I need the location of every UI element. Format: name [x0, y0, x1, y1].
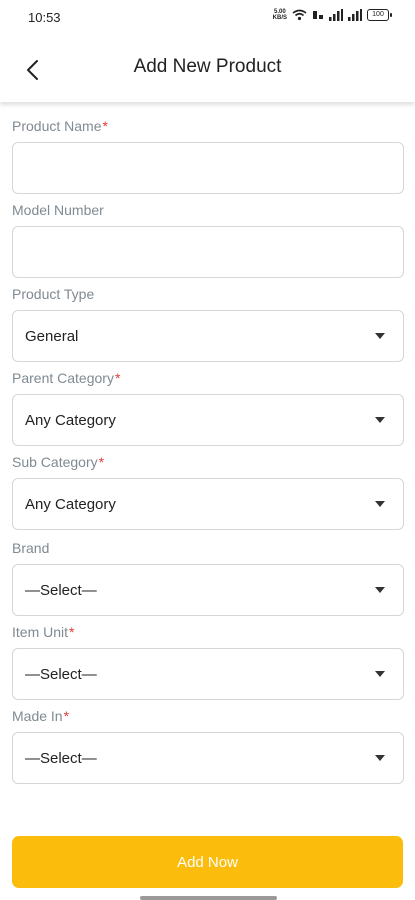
dropdown-arrow-icon — [375, 671, 385, 677]
made-in-label: Made In* — [12, 708, 70, 724]
model-number-label: Model Number — [12, 202, 104, 218]
page-title: Add New Product — [133, 56, 282, 77]
product-name-input-box — [12, 142, 404, 194]
brand-field: Brand —Select— — [12, 540, 404, 616]
required-mark: * — [114, 370, 121, 386]
status-icons: 5.00 KB/S 100 — [272, 9, 392, 21]
brand-value: —Select— — [25, 581, 97, 599]
item-unit-value: —Select— — [25, 665, 97, 683]
parent-category-value: Any Category — [25, 411, 116, 429]
item-unit-select[interactable]: —Select— — [12, 648, 404, 700]
dropdown-arrow-icon — [375, 501, 385, 507]
add-now-button[interactable]: Add Now — [12, 836, 403, 888]
made-in-field: Made In* —Select— — [12, 708, 404, 784]
parent-category-select[interactable]: Any Category — [12, 394, 404, 446]
made-in-select[interactable]: —Select— — [12, 732, 404, 784]
product-name-input[interactable] — [25, 142, 391, 194]
required-mark: * — [63, 708, 70, 724]
wifi-icon — [292, 9, 307, 21]
signal-icon-2 — [348, 9, 362, 21]
model-number-field: Model Number — [12, 202, 404, 278]
dropdown-arrow-icon — [375, 587, 385, 593]
sub-category-field: Sub Category* Any Category — [12, 454, 404, 530]
app-header: Add New Product — [0, 36, 415, 102]
made-in-value: —Select— — [25, 749, 97, 767]
dropdown-arrow-icon — [375, 333, 385, 339]
dropdown-arrow-icon — [375, 417, 385, 423]
product-type-label: Product Type — [12, 286, 95, 302]
product-name-label: Product Name* — [12, 118, 108, 134]
add-product-form: Product Name* Model Number Product Type … — [12, 118, 404, 784]
signal-icon-1 — [329, 9, 343, 21]
parent-category-label: Parent Category* — [12, 370, 121, 386]
item-unit-label: Item Unit* — [12, 624, 75, 640]
model-number-input-box — [12, 226, 404, 278]
product-type-value: General — [25, 327, 79, 345]
parent-category-field: Parent Category* Any Category — [12, 370, 404, 446]
dropdown-arrow-icon — [375, 755, 385, 761]
item-unit-field: Item Unit* —Select— — [12, 624, 404, 700]
required-mark: * — [102, 118, 108, 134]
product-type-select[interactable]: General — [12, 310, 404, 362]
sub-category-label: Sub Category* — [12, 454, 105, 470]
model-number-input[interactable] — [25, 226, 391, 278]
battery-icon: 100 — [367, 9, 392, 21]
required-mark: * — [69, 624, 75, 640]
volte-icon — [313, 11, 323, 19]
status-bar: 10:53 5.00 KB/S 100 — [0, 0, 415, 36]
home-indicator — [140, 896, 277, 900]
brand-label: Brand — [12, 540, 50, 556]
brand-select[interactable]: —Select— — [12, 564, 404, 616]
product-name-field: Product Name* — [12, 118, 404, 194]
status-time: 10:53 — [28, 10, 61, 25]
network-speed: 5.00 KB/S — [272, 9, 287, 21]
sub-category-select[interactable]: Any Category — [12, 478, 404, 530]
product-type-field: Product Type General — [12, 286, 404, 362]
bottom-action-bar: Add Now — [0, 824, 415, 900]
sub-category-value: Any Category — [25, 495, 116, 513]
required-mark: * — [98, 454, 105, 470]
